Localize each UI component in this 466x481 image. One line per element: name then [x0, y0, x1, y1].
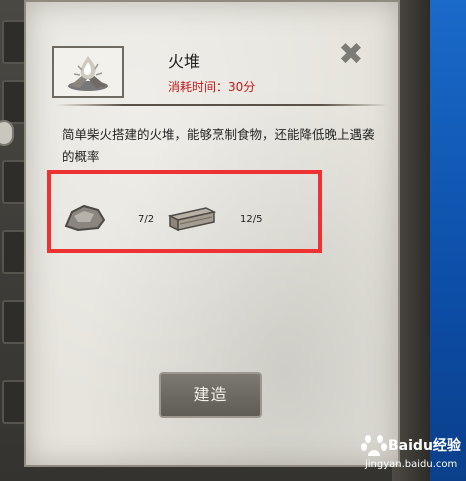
build-button[interactable]: 建造: [159, 372, 262, 418]
right-browser-strip: [430, 0, 466, 481]
close-icon[interactable]: ✖: [335, 40, 367, 72]
watermark-url: jingyan.baidu.com: [365, 459, 458, 470]
side-slot: [2, 20, 26, 64]
side-slot: [2, 230, 26, 274]
stone-count: 7/2: [138, 214, 155, 225]
side-toggle-knob[interactable]: [0, 120, 14, 146]
side-slot: [2, 160, 26, 204]
side-slot: [2, 380, 26, 424]
side-slot: [2, 80, 26, 124]
side-slot: [2, 300, 26, 344]
build-time-label: 消耗时间：30分: [168, 80, 256, 94]
wood-count: 12/5: [240, 214, 263, 225]
divider: [56, 104, 388, 106]
campfire-icon: [52, 46, 124, 98]
dialog-title: 火堆: [168, 52, 201, 71]
stone-icon: [62, 200, 108, 238]
wood-planks-icon: [166, 202, 218, 238]
watermark-brand: Baidu经验: [388, 438, 461, 454]
item-description: 简单柴火搭建的火堆，能够烹制食物，还能降低晚上遇袭的概率: [62, 127, 375, 164]
